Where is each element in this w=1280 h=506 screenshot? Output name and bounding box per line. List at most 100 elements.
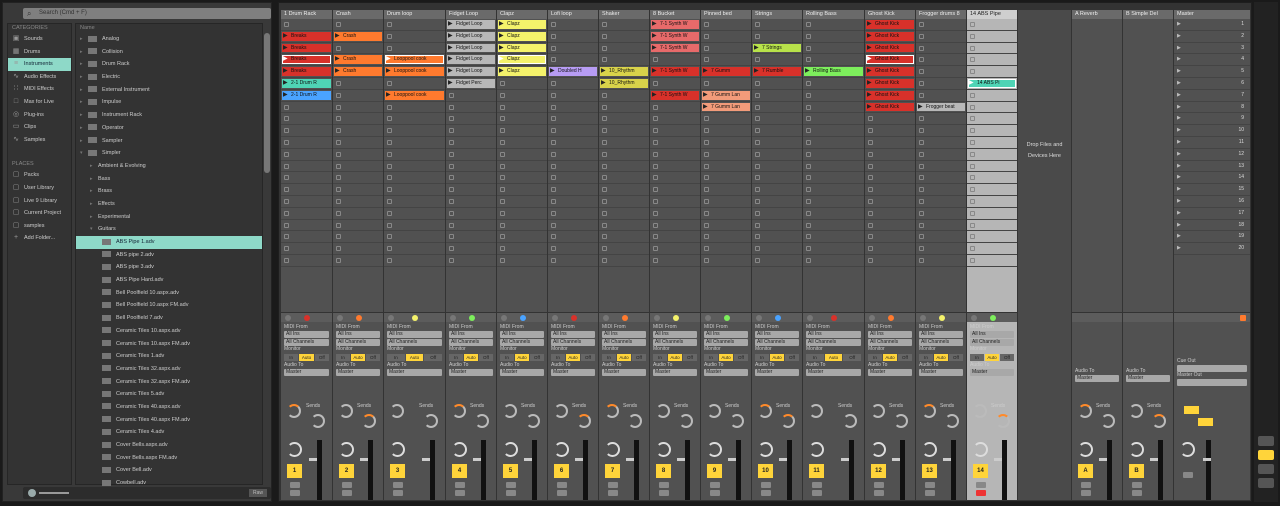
clip-stop-icon[interactable]: [970, 257, 975, 263]
arm-button[interactable]: [659, 490, 669, 496]
monitor-off-button[interactable]: Off: [632, 354, 646, 361]
clip-slot[interactable]: [548, 184, 598, 196]
list-item[interactable]: ▸ Effects: [76, 198, 262, 211]
track-activator-icon[interactable]: [920, 315, 926, 321]
input-type-select[interactable]: All Ins: [755, 331, 799, 338]
arm-button[interactable]: [976, 490, 986, 496]
clip-slot[interactable]: [497, 137, 547, 149]
clip-slot[interactable]: [333, 102, 383, 114]
clip-stop-icon[interactable]: [970, 69, 975, 75]
send-a-knob[interactable]: [339, 404, 353, 418]
clip-stop-icon[interactable]: [970, 175, 975, 181]
clip-slot[interactable]: [701, 78, 751, 90]
clip-slot[interactable]: [701, 43, 751, 55]
disclosure-arrow-icon[interactable]: ▸: [80, 96, 83, 109]
clip-slot[interactable]: ▶ Clapz: [497, 43, 547, 55]
clip-slot[interactable]: [333, 172, 383, 185]
clip-stop-icon[interactable]: [806, 57, 811, 63]
clip[interactable]: ▶ Clapz: [498, 31, 546, 41]
clip-slot[interactable]: [967, 255, 1017, 267]
monitor-in-button[interactable]: In: [868, 354, 882, 361]
clip-slot[interactable]: ▶ Breaks: [281, 43, 332, 55]
play-icon[interactable]: ▶: [499, 55, 504, 64]
clip-stop-icon[interactable]: [387, 22, 392, 27]
clip-slot[interactable]: [599, 113, 649, 126]
send-b-knob[interactable]: [945, 414, 959, 428]
output-select[interactable]: Master: [449, 369, 493, 376]
clip-stop-icon[interactable]: [704, 22, 709, 27]
list-item[interactable]: ▸ Impulse: [76, 96, 262, 109]
clip-slot[interactable]: [916, 54, 966, 67]
clip-stop-icon[interactable]: [602, 128, 607, 134]
track-activator-button[interactable]: A: [1078, 464, 1093, 478]
clip-stop-icon[interactable]: [704, 187, 709, 193]
clip-stop-icon[interactable]: [755, 187, 760, 193]
clip-slot[interactable]: [803, 255, 864, 267]
arm-button[interactable]: [812, 490, 822, 496]
clip-slot[interactable]: [803, 137, 864, 149]
scene-launch[interactable]: ▶ 2: [1174, 31, 1250, 43]
clip-launch-icon[interactable]: ▶: [918, 103, 923, 112]
clip-slot[interactable]: [497, 161, 547, 173]
clip-stop-icon[interactable]: [602, 104, 607, 110]
input-type-select[interactable]: All Ins: [551, 331, 595, 338]
clip-slot[interactable]: [548, 90, 598, 102]
track-title[interactable]: A Reverb: [1072, 10, 1122, 19]
clip-slot[interactable]: [916, 19, 966, 31]
clip-slot[interactable]: [865, 113, 915, 126]
clip-stop-icon[interactable]: [704, 198, 709, 204]
input-type-select[interactable]: All Ins: [449, 331, 493, 338]
clip-launch-icon[interactable]: ▶: [499, 67, 504, 76]
monitor-in-button[interactable]: In: [387, 354, 405, 361]
clip-stop-icon[interactable]: [551, 163, 556, 169]
clip-stop-icon[interactable]: [806, 257, 811, 263]
input-type-select[interactable]: All Ins: [868, 331, 912, 338]
clip-slot[interactable]: [650, 102, 700, 114]
clip-slot[interactable]: [281, 149, 332, 161]
clip-stop-icon[interactable]: [704, 80, 709, 86]
monitor-auto-button[interactable]: Auto: [405, 354, 424, 361]
clip-stop-icon[interactable]: [919, 198, 924, 204]
clip-slot[interactable]: [865, 255, 915, 267]
clip-slot[interactable]: [916, 66, 966, 78]
clip-slot[interactable]: [333, 161, 383, 173]
arm-button[interactable]: [455, 490, 465, 496]
clip-stop-icon[interactable]: [653, 104, 658, 110]
monitor-auto-button[interactable]: Auto: [934, 354, 948, 361]
clip-stop-icon[interactable]: [284, 210, 289, 216]
clip-launch-icon[interactable]: ▶: [448, 55, 453, 64]
clip[interactable]: ▶ Fidget Perc: [447, 78, 495, 88]
clip-slot[interactable]: [752, 19, 802, 31]
send-a-knob[interactable]: [656, 404, 670, 418]
clip-stop-icon[interactable]: [602, 175, 607, 181]
clip-stop-icon[interactable]: [449, 104, 454, 110]
input-type-select[interactable]: All Ins: [336, 331, 380, 338]
clip-slot[interactable]: ▶ Frogger beat: [916, 102, 966, 114]
clip-slot[interactable]: [967, 54, 1017, 67]
monitor-auto-button[interactable]: Auto: [566, 354, 580, 361]
clip-slot[interactable]: [599, 231, 649, 244]
clip-slot[interactable]: [967, 196, 1017, 208]
send-b-knob[interactable]: [362, 414, 376, 428]
clip-stop-icon[interactable]: [551, 210, 556, 216]
clip-slot[interactable]: ▶ 2-1 Drum R: [281, 90, 332, 102]
clip-slot[interactable]: [865, 220, 915, 232]
clip-slot[interactable]: [650, 231, 700, 244]
clip-launch-icon[interactable]: ▶: [867, 44, 872, 53]
clip-slot[interactable]: [916, 196, 966, 208]
clip-stop-icon[interactable]: [449, 187, 454, 193]
clip-launch-icon[interactable]: ▶: [867, 32, 872, 41]
clip-slot[interactable]: [333, 184, 383, 196]
pan-knob[interactable]: [758, 442, 773, 457]
clip-slot[interactable]: [497, 172, 547, 185]
input-type-select[interactable]: All Ins: [806, 331, 861, 338]
place-current-project[interactable]: ▢ Current Project: [8, 207, 71, 220]
toggle-io-button[interactable]: [1258, 436, 1274, 446]
clip-slot[interactable]: [865, 125, 915, 137]
monitor-in-button[interactable]: In: [551, 354, 565, 361]
clip-slot[interactable]: [281, 255, 332, 267]
pan-knob[interactable]: [452, 442, 467, 457]
clip-slot[interactable]: [599, 255, 649, 267]
clip-stop-icon[interactable]: [919, 69, 924, 75]
clip-slot[interactable]: [701, 19, 751, 31]
